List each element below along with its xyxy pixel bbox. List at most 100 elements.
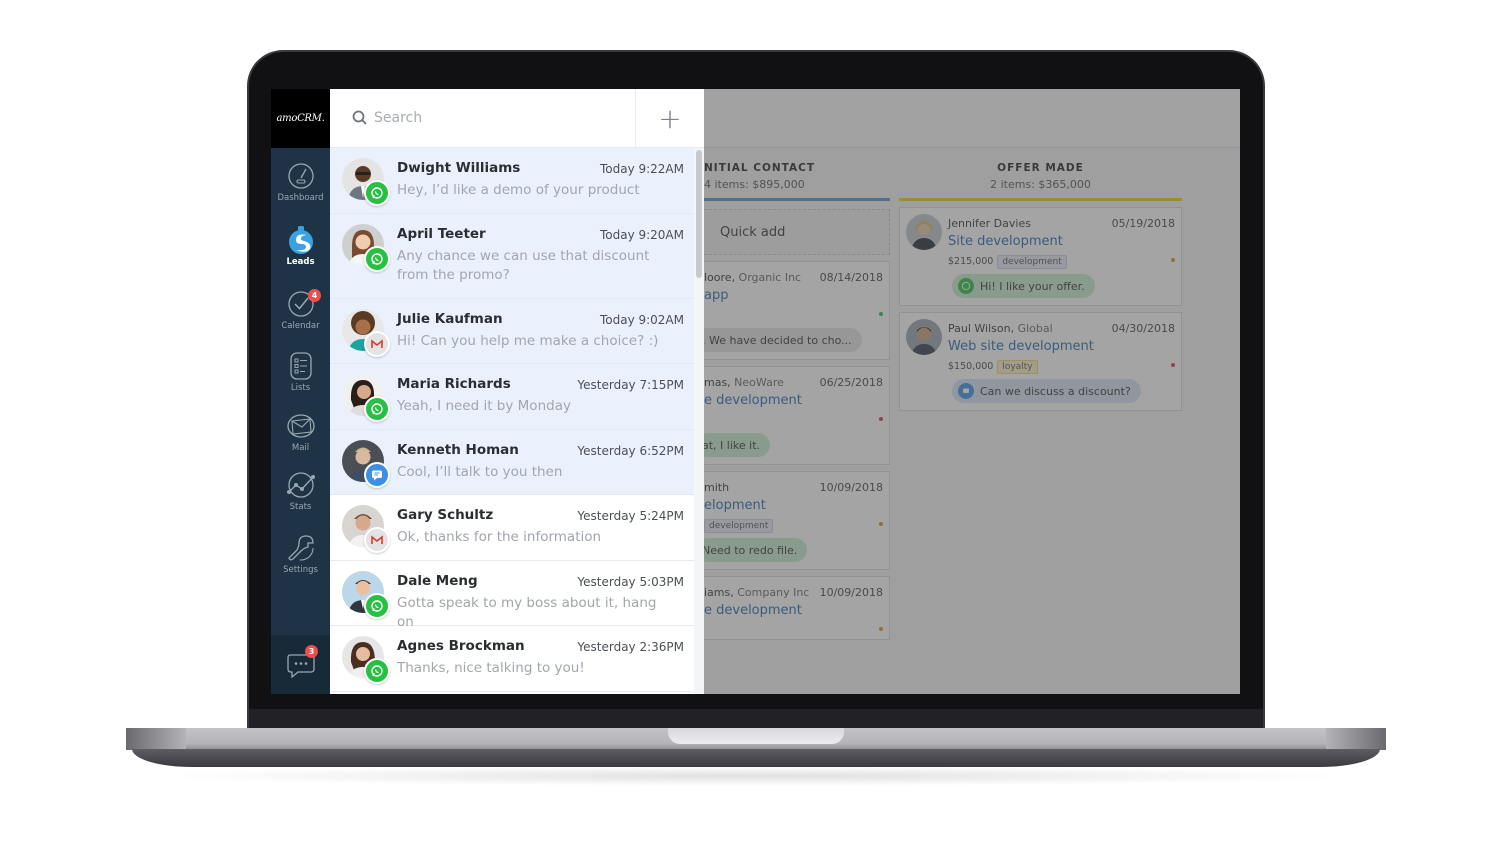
lead-card[interactable]: mas, NeoWare 06/25/2018 e development at… [696, 366, 890, 465]
amocrm-logo[interactable]: amoCRM. [271, 89, 330, 148]
sidebar-item-mail[interactable]: Mail [271, 411, 330, 453]
whatsapp-icon [958, 278, 974, 294]
sidebar-item-stats[interactable]: Stats [271, 470, 330, 512]
chat-preview: Hey, I’d like a demo of your product [397, 182, 640, 198]
chats-toggle-button[interactable]: 3 [271, 635, 330, 694]
chat-list-item[interactable]: April Teeter Today 9:20AM Any chance we … [330, 213, 694, 299]
chat-list-item[interactable]: Julie Kaufman Today 9:02AM Hi! Can you h… [330, 298, 694, 364]
last-message-bubble[interactable]: Can we discuss a discount? [952, 379, 1141, 403]
tag[interactable]: development [997, 255, 1067, 269]
chats-badge: 3 [305, 645, 318, 658]
lead-card[interactable]: mith 10/09/2018 elopment development Nee… [696, 471, 890, 570]
sidebar: amoCRM. Dashboard Leads Calendar 4 Lists… [271, 89, 330, 694]
lead-title[interactable]: app [704, 288, 728, 303]
lead-date: 04/30/2018 [1111, 322, 1175, 335]
chat-timestamp: Today 9:22AM [599, 162, 684, 176]
screen: NITIAL CONTACT 4 items: $895,000 Quick a… [271, 89, 1240, 694]
chat-bubble-icon [958, 383, 974, 399]
column-title: OFFER MADE [997, 162, 1084, 174]
lead-title[interactable]: Web site development [948, 339, 1094, 354]
list-icon [289, 352, 312, 380]
lead-title[interactable]: Site development [948, 234, 1063, 249]
whatsapp-icon [364, 658, 390, 684]
lead-contact: Jennifer Davies [948, 217, 1031, 230]
lead-tags: development [700, 519, 774, 533]
chat-preview: Ok, thanks for the information [397, 529, 602, 545]
column-summary: 2 items: $365,000 [990, 178, 1091, 191]
last-message-bubble[interactable]: . We have decided to cho... [696, 328, 862, 352]
status-dot [879, 417, 883, 421]
add-chat-button[interactable]: + [635, 89, 704, 147]
lead-card[interactable]: Jennifer Davies 05/19/2018 Site developm… [899, 207, 1182, 306]
speedometer-icon [287, 163, 314, 189]
chat-list-item[interactable]: Dwight Williams Today 9:22AM Hey, I’d li… [330, 148, 694, 214]
chat-contact-name: Gary Schultz [397, 507, 494, 523]
lead-title[interactable]: e development [704, 393, 802, 408]
status-dot [879, 627, 883, 631]
pipeline-column-offer-made: OFFER MADE 2 items: $365,000 Jennifer Da… [899, 148, 1182, 411]
sidebar-item-label: Leads [286, 257, 315, 267]
chat-preview: Thanks, nice talking to you! [397, 660, 585, 676]
search-box[interactable] [330, 89, 635, 147]
gmail-icon [364, 330, 390, 357]
lead-date: 05/19/2018 [1111, 217, 1175, 230]
chat-list-item[interactable]: Agnes Brockman Yesterday 2:36PM Thanks, … [330, 626, 694, 692]
column-accent-line [704, 198, 890, 201]
laptop-bottom [132, 749, 1380, 767]
quick-add-button[interactable]: Quick add [704, 209, 890, 255]
scrollbar-thumb[interactable] [696, 150, 702, 278]
lead-contact: mith [704, 481, 730, 494]
whatsapp-icon [364, 396, 390, 422]
last-message-bubble[interactable]: Hi! I like your offer. [952, 274, 1095, 298]
status-dot [879, 312, 883, 316]
stats-icon [286, 472, 315, 498]
sidebar-item-calendar[interactable]: Calendar 4 [271, 289, 330, 331]
chat-bubble-icon [364, 461, 390, 488]
chat-list-item[interactable]: Maria Richards Yesterday 7:15PM Yeah, I … [330, 364, 694, 430]
last-message-bubble[interactable]: at, I like it. [696, 433, 771, 457]
lead-date: 08/14/2018 [819, 271, 883, 284]
sidebar-item-lists[interactable]: Lists [271, 351, 330, 393]
search-input[interactable] [374, 110, 594, 126]
sidebar-item-settings[interactable]: Settings [271, 533, 330, 575]
lead-card[interactable]: loore, Organic Inc 08/14/2018 app . We h… [696, 261, 890, 360]
lead-contact: loore, Organic Inc [704, 271, 802, 284]
chat-timestamp: Yesterday 7:15PM [577, 378, 684, 392]
leads-drop-icon [288, 226, 313, 254]
lead-title[interactable]: e development [704, 603, 802, 618]
chat-contact-name: Kenneth Homan [397, 441, 519, 458]
chat-list-item[interactable]: Dale Meng Yesterday 5:03PM Gotta speak t… [330, 561, 694, 630]
chat-contact-name: Julie Kaufman [397, 310, 503, 327]
sidebar-item-label: Dashboard [277, 193, 324, 203]
laptop-notch [668, 728, 844, 744]
chat-list-item[interactable]: Kenneth Homan Yesterday 6:52PM Cool, I’l… [330, 429, 694, 495]
chat-list-item[interactable]: Gary Schultz Yesterday 5:24PM Ok, thanks… [330, 495, 694, 561]
chat-timestamp: Yesterday 6:52PM [577, 443, 684, 458]
last-message-bubble[interactable]: Need to redo file. [696, 538, 808, 562]
status-dot [1171, 258, 1175, 262]
search-icon [352, 110, 367, 125]
tag[interactable]: development [704, 519, 774, 533]
lead-card[interactable]: Paul Wilson, Global 04/30/2018 Web site … [899, 312, 1182, 411]
sidebar-item-label: Calendar [281, 321, 320, 331]
chat-timestamp: Today 9:20AM [599, 227, 684, 242]
contact-avatar [906, 319, 942, 355]
pipeline-board: NITIAL CONTACT 4 items: $895,000 Quick a… [696, 89, 1240, 694]
status-dot [1171, 363, 1175, 367]
lead-title[interactable]: elopment [704, 498, 766, 513]
lead-date: 06/25/2018 [819, 376, 883, 389]
tag[interactable]: loyalty [997, 360, 1038, 374]
pipeline-column-initial-contact: NITIAL CONTACT 4 items: $895,000 Quick a… [696, 148, 890, 640]
chat-timestamp: Yesterday 5:03PM [577, 574, 684, 589]
sidebar-item-label: Mail [291, 443, 310, 453]
chat-header: + [330, 89, 704, 148]
sidebar-item-leads[interactable]: Leads [271, 225, 330, 267]
chat-contact-name: April Teeter [397, 225, 486, 242]
whatsapp-icon [364, 592, 390, 619]
chat-list-scrollbar[interactable] [694, 148, 704, 694]
lead-card[interactable]: iams, Company Inc 10/09/2018 e developme… [704, 576, 890, 640]
sidebar-item-label: Lists [290, 383, 311, 393]
chat-timestamp: Yesterday 5:24PM [577, 509, 684, 523]
chat-preview: Cool, I’ll talk to you then [397, 463, 563, 480]
sidebar-item-dashboard[interactable]: Dashboard [271, 161, 330, 203]
